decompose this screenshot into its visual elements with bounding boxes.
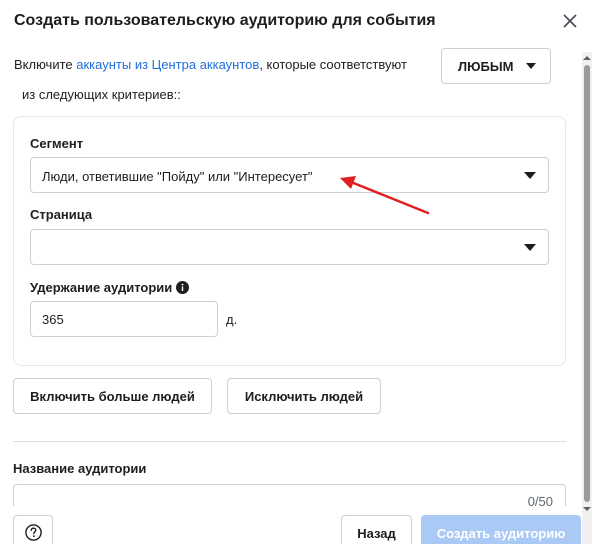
retention-days-input[interactable] <box>30 301 218 337</box>
match-any-label: ЛЮБЫМ <box>458 58 514 74</box>
segment-value: Люди, ответившие "Пойду" или "Интересует… <box>42 169 313 184</box>
retention-label: Удержание аудитории <box>30 280 190 295</box>
back-button[interactable]: Назад <box>341 515 412 544</box>
retention-unit: д. <box>226 312 238 327</box>
caret-down-icon <box>524 172 536 179</box>
segment-label: Сегмент <box>30 136 84 151</box>
scroll-up-icon[interactable] <box>583 54 591 62</box>
intro-line2: из следующих критериев:: <box>22 87 181 102</box>
intro-suffix: , которые соответствуют <box>259 57 407 72</box>
intro-prefix: Включите <box>14 57 77 72</box>
scrollbar-thumb[interactable] <box>584 65 590 502</box>
info-icon[interactable] <box>176 281 190 294</box>
retention-label-text: Удержание аудитории <box>30 280 173 295</box>
create-audience-button[interactable]: Создать аудиторию <box>421 515 581 544</box>
match-any-dropdown[interactable]: ЛЮБЫМ <box>441 48 551 84</box>
help-button[interactable] <box>13 515 53 544</box>
caret-down-icon <box>526 63 536 69</box>
intro-text: Включите аккаунты из Центра аккаунтов, к… <box>14 57 407 72</box>
close-icon[interactable] <box>561 12 579 30</box>
dialog-title: Создать пользовательскую аудиторию для с… <box>14 12 436 29</box>
caret-down-icon <box>524 244 536 251</box>
section-divider <box>13 441 566 442</box>
audience-name-label: Название аудитории <box>13 461 147 476</box>
page-select[interactable] <box>30 229 549 265</box>
page-label: Страница <box>30 207 93 222</box>
segment-select[interactable]: Люди, ответившие "Пойду" или "Интересует… <box>30 157 549 193</box>
question-circle-icon <box>25 524 42 541</box>
scroll-down-icon[interactable] <box>583 505 591 513</box>
accounts-center-link[interactable]: аккаунты из Центра аккаунтов <box>76 57 259 72</box>
include-more-people-button[interactable]: Включить больше людей <box>13 378 212 414</box>
exclude-people-button[interactable]: Исключить людей <box>227 378 381 414</box>
